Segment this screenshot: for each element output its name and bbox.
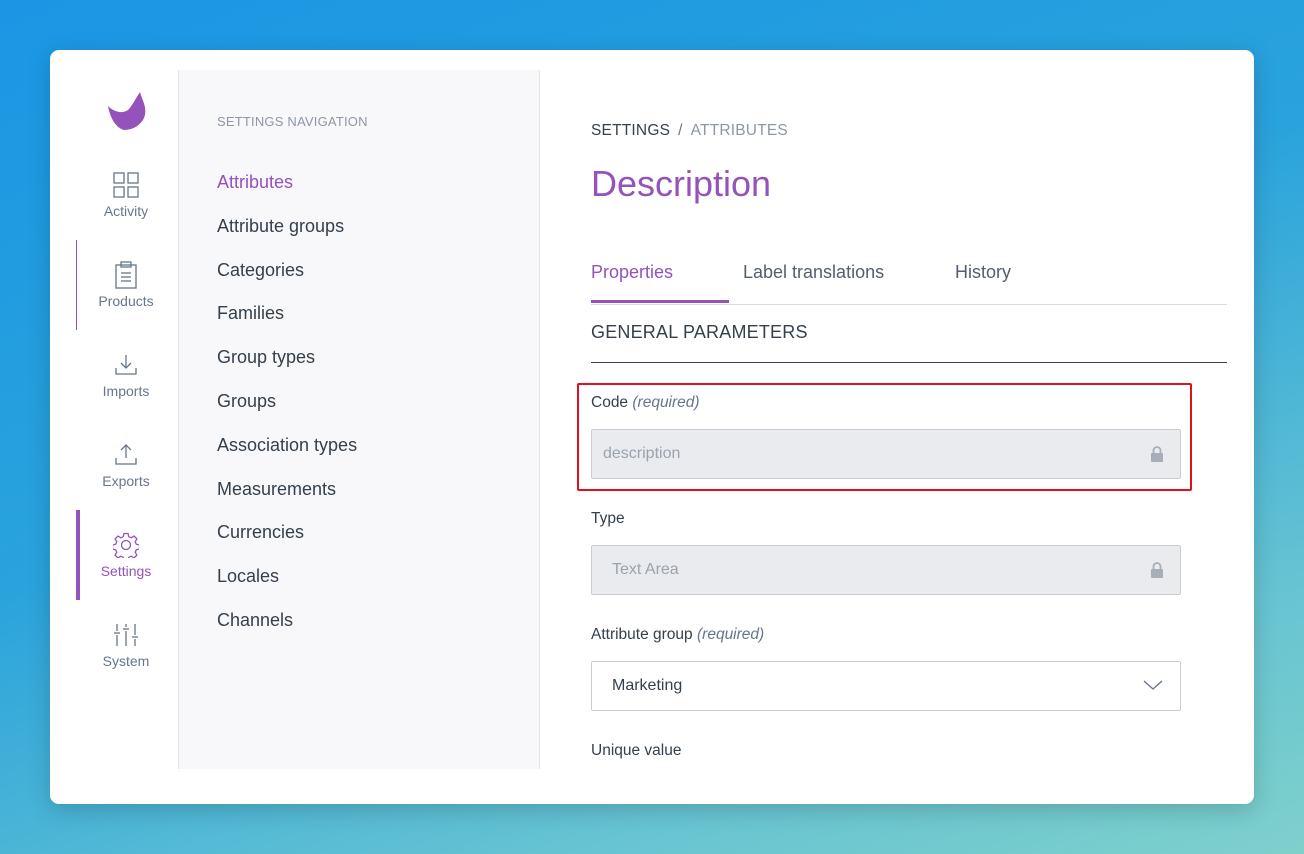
code-value: description (603, 445, 681, 462)
menu-system[interactable]: System (76, 600, 176, 690)
imports-download-icon (112, 351, 140, 379)
subnav-item-currencies[interactable]: Currencies (217, 510, 357, 554)
section-title: GENERAL PARAMETERS (591, 322, 808, 342)
subnav-item-group-types[interactable]: Group types (217, 335, 357, 379)
menu-exports-label: Exports (102, 473, 150, 489)
subnav-item-attribute-groups[interactable]: Attribute groups (217, 204, 357, 248)
attribute-group-label-text: Attribute group (591, 626, 693, 643)
code-label: Code (required) (591, 394, 700, 412)
system-sliders-icon (112, 621, 140, 649)
main-menu-rail: Activity Products Imports Exports Settin… (50, 70, 178, 769)
attribute-group-select[interactable]: Marketing (591, 661, 1181, 711)
activity-grid-icon (112, 171, 140, 199)
subnav-item-families[interactable]: Families (217, 291, 357, 335)
settings-navigation-title: SETTINGS NAVIGATION (217, 114, 368, 129)
breadcrumb-settings[interactable]: SETTINGS (591, 122, 670, 139)
menu-imports[interactable]: Imports (76, 330, 176, 420)
lock-icon (1151, 446, 1163, 462)
attribute-group-label: Attribute group (required) (591, 626, 764, 644)
menu-settings-label: Settings (100, 563, 152, 579)
attribute-group-value: Marketing (612, 677, 683, 694)
type-label: Type (591, 510, 625, 528)
code-label-text: Code (591, 394, 629, 411)
subnav-item-channels[interactable]: Channels (217, 598, 357, 642)
menu-settings[interactable]: Settings (76, 510, 176, 600)
type-value: Text Area (612, 561, 679, 578)
subnav-item-measurements[interactable]: Measurements (217, 467, 357, 511)
breadcrumb: SETTINGS / ATTRIBUTES (591, 122, 788, 140)
akeneo-logo-icon[interactable] (104, 90, 148, 134)
subnav-item-attributes[interactable]: Attributes (217, 160, 357, 204)
unique-value-label: Unique value (591, 742, 681, 760)
subnav-item-association-types[interactable]: Association types (217, 423, 357, 467)
tab-label-translations[interactable]: Label translations (743, 262, 884, 302)
settings-navigation-panel: SETTINGS NAVIGATION Attributes Attribute… (178, 70, 540, 769)
menu-products[interactable]: Products (76, 240, 176, 330)
tab-bar: Properties Label translations History (591, 252, 1227, 305)
chevron-down-icon (1143, 680, 1163, 690)
exports-upload-icon (112, 441, 140, 469)
attribute-edit-form: SETTINGS / ATTRIBUTES Description Properti… (540, 70, 1254, 784)
subnav-item-groups[interactable]: Groups (217, 379, 357, 423)
type-label-text: Type (591, 510, 625, 527)
subnav-item-locales[interactable]: Locales (217, 554, 357, 598)
tab-history[interactable]: History (955, 262, 1011, 302)
menu-products-indicator (76, 240, 77, 330)
page-title: Description (591, 163, 772, 204)
breadcrumb-attributes[interactable]: ATTRIBUTES (691, 122, 788, 139)
menu-settings-indicator (76, 510, 80, 600)
code-required-hint: (required) (632, 394, 700, 411)
code-input[interactable]: description (591, 429, 1181, 479)
menu-activity[interactable]: Activity (76, 150, 176, 240)
menu-products-label: Products (98, 293, 154, 309)
breadcrumb-separator: / (678, 122, 683, 139)
app-window: Activity Products Imports Exports Settin… (50, 50, 1254, 804)
attribute-group-required-hint: (required) (697, 626, 765, 643)
section-divider (591, 362, 1227, 363)
subnav-item-categories[interactable]: Categories (217, 248, 357, 292)
menu-imports-label: Imports (102, 383, 150, 399)
products-clipboard-icon (112, 261, 140, 289)
settings-gear-icon (112, 531, 140, 559)
lock-icon (1151, 562, 1163, 578)
type-input[interactable]: Text Area (591, 545, 1181, 595)
menu-exports[interactable]: Exports (76, 420, 176, 510)
tab-properties[interactable]: Properties (591, 262, 673, 302)
settings-navigation-list: Attributes Attribute groups Categories F… (217, 160, 357, 642)
active-tab-underline (591, 300, 729, 303)
unique-value-label-text: Unique value (591, 742, 682, 759)
menu-system-label: System (102, 653, 150, 669)
menu-activity-label: Activity (103, 203, 149, 219)
